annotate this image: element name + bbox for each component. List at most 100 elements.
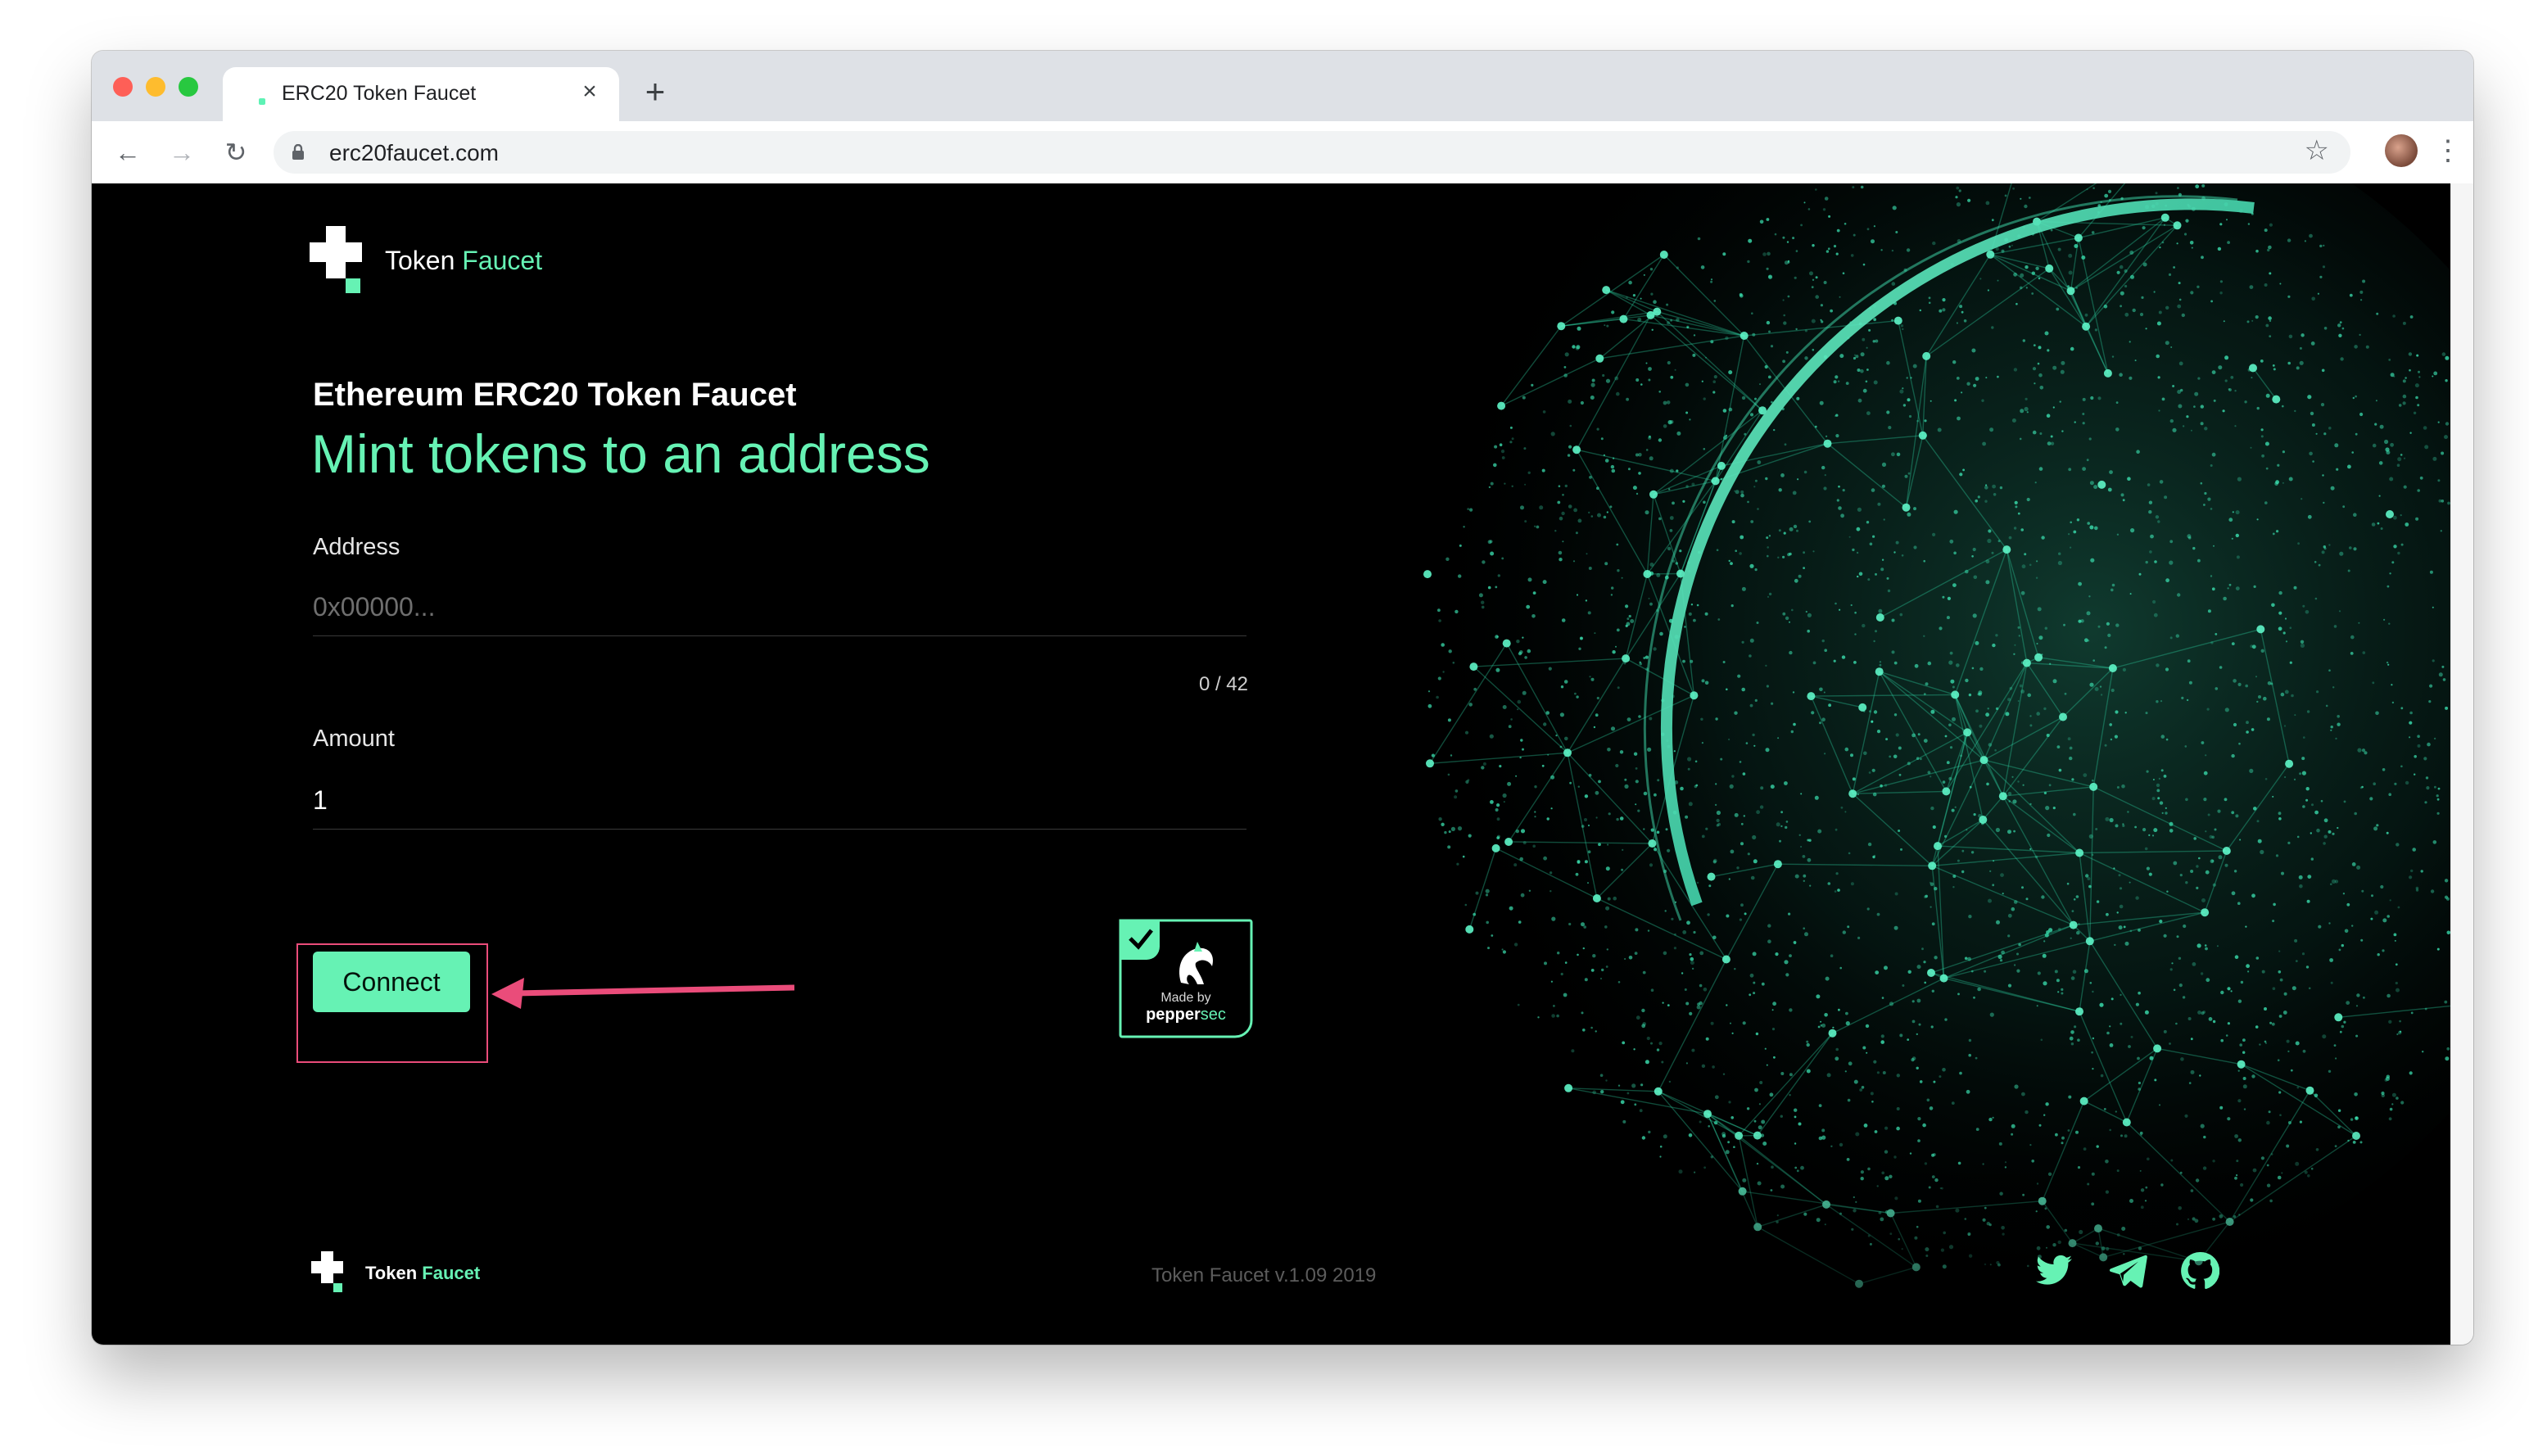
globe-dot (2417, 404, 2420, 407)
globe-dot (1907, 398, 1911, 402)
globe-dot (1520, 829, 1526, 834)
globe-dot (1516, 640, 1520, 644)
globe-dot (2269, 272, 2272, 275)
globe-dot (1518, 652, 1522, 656)
globe-dot (1639, 662, 1642, 666)
globe-dot (2351, 451, 2354, 454)
address-bar[interactable]: erc20faucet.com ☆ (274, 131, 2350, 174)
globe-dot (1682, 930, 1687, 934)
amount-input[interactable] (313, 771, 1246, 830)
globe-dot (2362, 651, 2366, 654)
globe-dot (1458, 574, 1462, 578)
lock-icon (292, 144, 304, 160)
forward-arrow-icon[interactable]: → (164, 134, 200, 170)
globe-dot (2328, 830, 2332, 834)
globe-dot (1520, 739, 1523, 742)
globe-dot (1847, 1098, 1851, 1102)
globe-dot (1780, 1072, 1785, 1075)
globe-dot (1963, 319, 1967, 323)
reload-icon[interactable]: ↻ (218, 134, 254, 170)
globe-dot (1741, 640, 1744, 644)
globe-dot (2088, 437, 2092, 441)
close-icon[interactable]: × (575, 77, 604, 106)
globe-dot (1900, 848, 1902, 851)
globe-dot (2359, 786, 2363, 789)
globe-dot (2115, 427, 2120, 432)
globe-dot (1576, 594, 1579, 596)
globe-dot (2382, 949, 2385, 952)
globe-dot (2096, 900, 2100, 903)
globe-node (1643, 570, 1652, 578)
globe-dot (2016, 952, 2019, 956)
globe-dot (2041, 536, 2045, 540)
globe-dot (1752, 733, 1755, 737)
globe-dot (2177, 304, 2182, 309)
page-scrollbar[interactable] (2450, 183, 2473, 1345)
browser-menu-icon[interactable]: ⋮ (2434, 133, 2462, 169)
globe-dot (1526, 604, 1531, 609)
globe-dot (1605, 906, 1610, 911)
globe-dot (2446, 1047, 2450, 1051)
globe-dot (1735, 490, 1740, 495)
globe-dot (1550, 890, 1552, 893)
globe-dot (1970, 851, 1975, 854)
globe-dot (2166, 890, 2169, 893)
github-icon[interactable] (2180, 1251, 2219, 1291)
globe-dot (1823, 486, 1827, 491)
globe-dot (1803, 551, 1805, 554)
globe-dot (1578, 647, 1581, 650)
globe-dot (1893, 925, 1898, 930)
globe-dot (2282, 1011, 2287, 1015)
browser-tab[interactable]: ERC20 Token Faucet × (223, 67, 619, 121)
address-input[interactable] (313, 578, 1246, 636)
globe-dot (1767, 924, 1771, 928)
globe-dot (2442, 678, 2446, 681)
globe-dot (2124, 284, 2128, 288)
globe-node (1740, 332, 1749, 340)
minimize-window-button[interactable] (146, 77, 165, 97)
globe-dot (1561, 511, 1565, 516)
globe-dot (2323, 327, 2328, 330)
globe-dot (1756, 622, 1759, 624)
globe-dot (2159, 1104, 2160, 1106)
bookmark-star-icon[interactable]: ☆ (2305, 134, 2329, 167)
globe-dot (2156, 354, 2160, 359)
globe-dot (2088, 595, 2091, 598)
new-tab-button[interactable]: + (637, 74, 673, 110)
close-window-button[interactable] (113, 77, 133, 97)
connect-button[interactable]: Connect (313, 952, 470, 1012)
globe-dot (2355, 1116, 2358, 1119)
globe-dot (2224, 863, 2228, 867)
twitter-icon[interactable] (2034, 1251, 2074, 1291)
globe-dot (2070, 521, 2072, 524)
made-by-peppersec-badge[interactable]: Made by peppersec (1119, 919, 1253, 1038)
maximize-window-button[interactable] (179, 77, 198, 97)
globe-dot (1730, 1022, 1731, 1024)
profile-avatar[interactable] (2385, 134, 2418, 167)
globe-dot (2210, 859, 2215, 864)
globe-dot (2414, 755, 2417, 758)
globe-dot (2378, 461, 2383, 465)
globe-dot (2294, 409, 2296, 413)
globe-dot (2429, 570, 2433, 574)
globe-dot (1959, 473, 1963, 477)
globe-dot (1835, 602, 1837, 605)
globe-dot (1502, 950, 1506, 954)
telegram-icon[interactable] (2108, 1251, 2147, 1291)
globe-dot (1839, 608, 1841, 611)
globe-dot (2119, 265, 2124, 269)
globe-dot (2000, 873, 2004, 877)
globe-dot (1478, 593, 1483, 598)
globe-dot (2038, 277, 2041, 280)
globe-dot (1906, 377, 1908, 379)
globe-dot (1904, 474, 1908, 478)
globe-dot (2303, 736, 2305, 739)
globe-dot (2284, 617, 2287, 620)
globe-dot (1569, 424, 1572, 427)
back-arrow-icon[interactable]: ← (110, 134, 146, 170)
globe-dot (1875, 339, 1879, 343)
globe-dot (1712, 391, 1716, 394)
globe-dot (2195, 184, 2200, 189)
globe-node (1602, 286, 1611, 295)
globe-dot (1468, 834, 1472, 838)
